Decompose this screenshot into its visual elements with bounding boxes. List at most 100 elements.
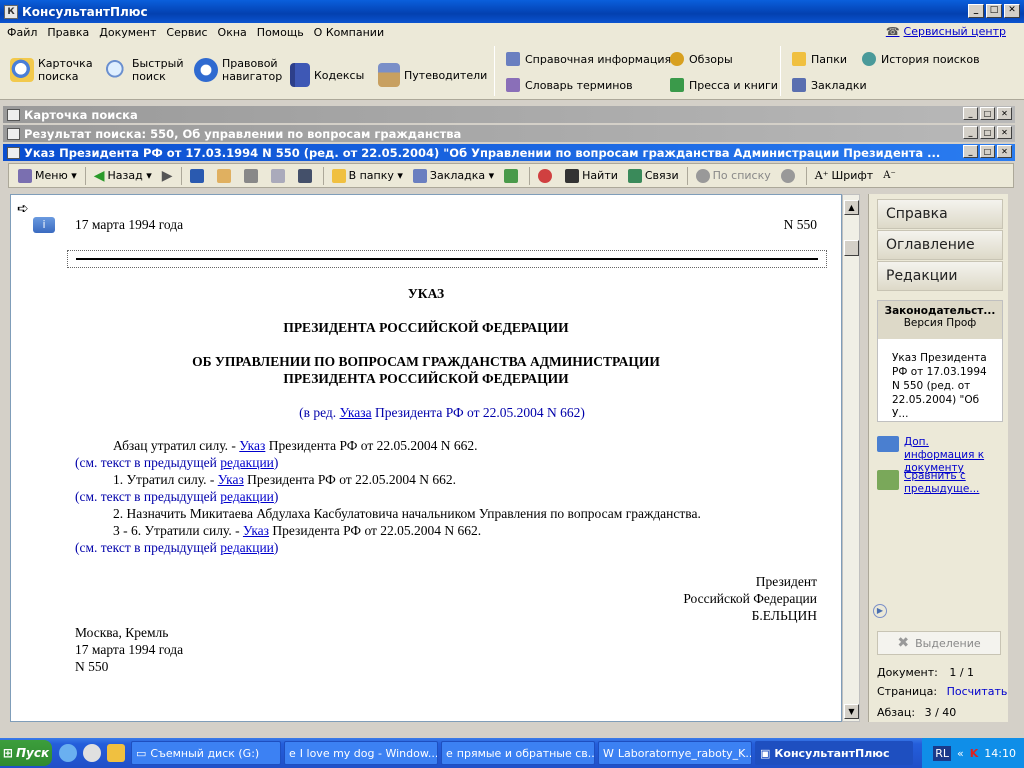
- document-view[interactable]: ➪ i 17 марта 1994 года N 550 УКАЗ ПРЕЗИД…: [10, 194, 842, 722]
- vertical-scrollbar[interactable]: ▲ ▼: [842, 194, 860, 722]
- tab-reference[interactable]: Справка: [877, 199, 1003, 229]
- print-button[interactable]: [239, 168, 266, 183]
- forward-button[interactable]: ▶: [157, 168, 178, 184]
- codes-button[interactable]: Кодексы: [290, 63, 364, 87]
- pencil-icon: [504, 168, 519, 183]
- ie-quicklaunch-icon[interactable]: [59, 744, 77, 762]
- preview-button[interactable]: [266, 168, 293, 183]
- back-button[interactable]: ◀ Назад ▾: [89, 168, 157, 184]
- search-card-button[interactable]: Карточка поиска: [10, 57, 93, 83]
- separator-line: [76, 258, 818, 260]
- info-icon[interactable]: i: [33, 217, 55, 233]
- folders-button[interactable]: Папки: [792, 52, 847, 66]
- antivirus-icon[interactable]: K: [970, 747, 979, 760]
- highlight-button[interactable]: ✖ Выделение: [877, 631, 1001, 655]
- menu-windows[interactable]: Окна: [213, 26, 252, 39]
- edition-link-3[interactable]: редакции: [220, 540, 274, 555]
- by-list-button[interactable]: По списку: [691, 168, 776, 183]
- search-card-window-bar[interactable]: Карточка поиска _ □ ✕: [3, 106, 1015, 123]
- document-info-card: Законодательст... Версия Проф Указ Презид…: [877, 300, 1003, 422]
- menu-about[interactable]: О Компании: [309, 26, 389, 39]
- font-decrease-button[interactable]: A⁻: [878, 170, 901, 181]
- search-history-button[interactable]: История поисков: [862, 52, 980, 66]
- links-button[interactable]: Связи: [623, 168, 684, 183]
- minimize-button[interactable]: _: [968, 4, 984, 18]
- edition-link-2[interactable]: редакции: [220, 489, 274, 504]
- search-result-window-bar[interactable]: Результат поиска: 550, Об управлении по …: [3, 125, 1015, 142]
- doc-date-footer: 17 марта 1994 года: [75, 642, 184, 657]
- taskbar-item-dog[interactable]: eI love my dog - Window...: [284, 741, 438, 765]
- binoculars-icon: [565, 168, 580, 183]
- reviews-button[interactable]: Обзоры: [670, 52, 733, 66]
- edition-link[interactable]: Указа: [340, 405, 372, 420]
- taskbar-item-word-doc[interactable]: W Laboratornye_raboty_K...: [598, 741, 752, 765]
- taskbar-item-links[interactable]: e прямые и обратные св...: [441, 741, 595, 765]
- maximize-button[interactable]: □: [980, 145, 995, 158]
- folder-icon: [331, 168, 346, 183]
- close-button[interactable]: ✕: [997, 145, 1012, 158]
- next-in-list-button[interactable]: [776, 168, 803, 183]
- see-previous-2: (см. текст в предыдущей редакции): [75, 489, 279, 504]
- scroll-thumb[interactable]: [844, 240, 859, 256]
- taskbar-item-removable-disk[interactable]: ▭ Съемный диск (G:): [131, 741, 281, 765]
- doc-date: 17 марта 1994 года: [75, 217, 184, 232]
- font-button[interactable]: A⁺ Шрифт: [810, 169, 878, 182]
- bookmarks-button[interactable]: Закладки: [792, 78, 867, 92]
- copy-button[interactable]: [212, 168, 239, 183]
- edition-link-1[interactable]: редакции: [220, 455, 274, 470]
- dictionary-button[interactable]: Словарь терминов: [506, 78, 633, 92]
- menu-file[interactable]: Файл: [2, 26, 42, 39]
- maximize-button[interactable]: □: [980, 126, 995, 139]
- clock[interactable]: 14:10: [984, 747, 1016, 760]
- document-window-bar[interactable]: Указ Президента РФ от 17.03.1994 N 550 (…: [3, 144, 1015, 161]
- quick-search-button[interactable]: Быстрый поиск: [104, 57, 184, 83]
- outlook-quicklaunch-icon[interactable]: [107, 744, 125, 762]
- menu-help[interactable]: Помощь: [252, 26, 309, 39]
- printer-icon: [243, 168, 258, 183]
- close-button[interactable]: ✕: [997, 107, 1012, 120]
- service-center-link[interactable]: ☎ Сервисный центр: [886, 25, 1006, 38]
- find-button[interactable]: Найти: [560, 168, 623, 183]
- minimize-button[interactable]: _: [963, 126, 978, 139]
- maximize-button[interactable]: □: [980, 107, 995, 120]
- remove-mark-button[interactable]: [533, 168, 560, 183]
- count-pages-link[interactable]: Посчитать: [947, 685, 1008, 698]
- minimize-button[interactable]: _: [963, 145, 978, 158]
- reference-info-button[interactable]: Справочная информация: [506, 52, 671, 66]
- scroll-up-button[interactable]: ▲: [844, 200, 859, 215]
- ukaz-link-2[interactable]: Указ: [218, 472, 244, 487]
- legal-navigator-button[interactable]: Правовой навигатор: [194, 57, 282, 83]
- minimize-button[interactable]: _: [963, 107, 978, 120]
- compare-link[interactable]: Сравнить с предыдуще...: [877, 470, 1000, 496]
- system-tray: RL « K 14:10: [922, 738, 1024, 768]
- bookmark-button[interactable]: Закладка ▾: [408, 168, 499, 183]
- menu-edit[interactable]: Правка: [42, 26, 94, 39]
- menu-document[interactable]: Документ: [94, 26, 161, 39]
- guides-button[interactable]: Путеводители: [378, 63, 487, 87]
- press-button[interactable]: Пресса и книги: [670, 78, 778, 92]
- app-titlebar[interactable]: К КонсультантПлюс _ □ ✕: [0, 0, 1024, 23]
- ukaz-link-3[interactable]: Указ: [243, 523, 269, 538]
- tab-contents[interactable]: Оглавление: [877, 230, 1003, 260]
- collapse-panel-icon[interactable]: ▶: [873, 604, 887, 618]
- close-button[interactable]: ✕: [997, 126, 1012, 139]
- language-indicator[interactable]: RL: [933, 745, 952, 761]
- save-button[interactable]: [293, 168, 320, 183]
- taskbar-item-consultant[interactable]: ▣ КонсультантПлюс: [755, 741, 913, 765]
- current-position-arrow-icon: ➪: [17, 202, 29, 217]
- doc-menu-button[interactable]: Меню ▾: [13, 168, 82, 183]
- ukaz-link-1[interactable]: Указ: [239, 438, 265, 453]
- edit-note-button[interactable]: [499, 168, 526, 183]
- signpost-icon: [378, 63, 400, 87]
- close-button[interactable]: ✕: [1004, 4, 1020, 18]
- scroll-down-button[interactable]: ▼: [844, 704, 859, 719]
- start-button[interactable]: ⊞ Пуск: [0, 740, 52, 766]
- word-export-button[interactable]: [185, 168, 212, 183]
- maximize-button[interactable]: □: [986, 4, 1002, 18]
- media-quicklaunch-icon[interactable]: [83, 744, 101, 762]
- tab-editions[interactable]: Редакции: [877, 261, 1003, 291]
- tray-expand-icon[interactable]: «: [957, 747, 964, 760]
- doc-number: N 550: [783, 217, 817, 232]
- menu-service[interactable]: Сервис: [161, 26, 212, 39]
- to-folder-button[interactable]: В папку ▾: [327, 168, 408, 183]
